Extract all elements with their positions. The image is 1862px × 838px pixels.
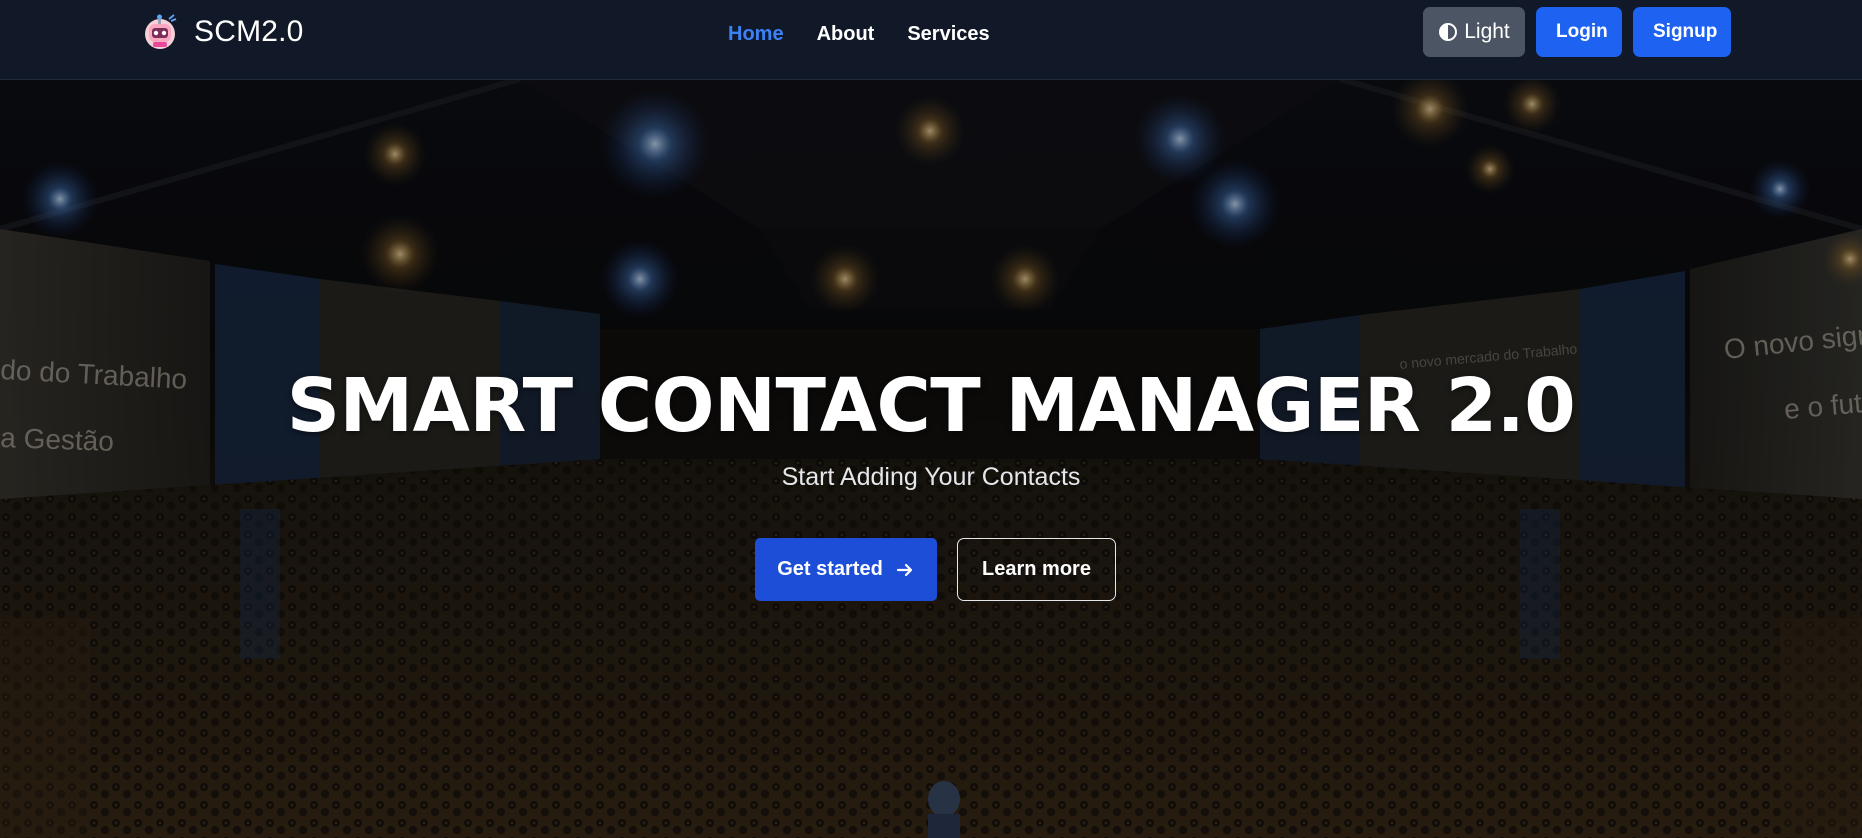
signup-button[interactable]: Signup xyxy=(1633,7,1731,57)
navbar: SCM2.0 Home About Services Light Login S… xyxy=(0,0,1862,80)
theme-toggle-label: Light xyxy=(1464,20,1510,43)
hero-subtitle: Start Adding Your Contacts xyxy=(781,463,1081,491)
brand[interactable]: SCM2.0 xyxy=(140,12,304,52)
nav-actions: Light Login Signup xyxy=(1423,7,1731,57)
nav-link-home[interactable]: Home xyxy=(728,20,784,48)
hero-content: SMART CONTACT MANAGER 2.0 Start Adding Y… xyxy=(0,79,1862,838)
login-button[interactable]: Login xyxy=(1536,7,1622,57)
theme-toggle-button[interactable]: Light xyxy=(1423,7,1525,57)
hero-buttons: Get started Learn more xyxy=(755,538,1116,601)
half-circle-contrast-icon xyxy=(1439,23,1458,41)
arrow-right-icon xyxy=(896,563,912,576)
hero-title: SMART CONTACT MANAGER 2.0 xyxy=(286,363,1576,449)
get-started-button[interactable]: Get started xyxy=(755,538,937,601)
nav-link-about[interactable]: About xyxy=(817,20,875,48)
hero-section: do do Trabalho a Gestão Pelliaes O novo … xyxy=(0,79,1862,838)
learn-more-button[interactable]: Learn more xyxy=(957,538,1116,601)
landing-page: SCM2.0 Home About Services Light Login S… xyxy=(0,0,1862,838)
brand-name: SCM2.0 xyxy=(194,15,304,48)
get-started-label: Get started xyxy=(777,558,883,580)
nav-link-services[interactable]: Services xyxy=(907,20,989,48)
robot-mascot-icon xyxy=(145,14,177,49)
main-nav: Home About Services xyxy=(728,20,990,48)
